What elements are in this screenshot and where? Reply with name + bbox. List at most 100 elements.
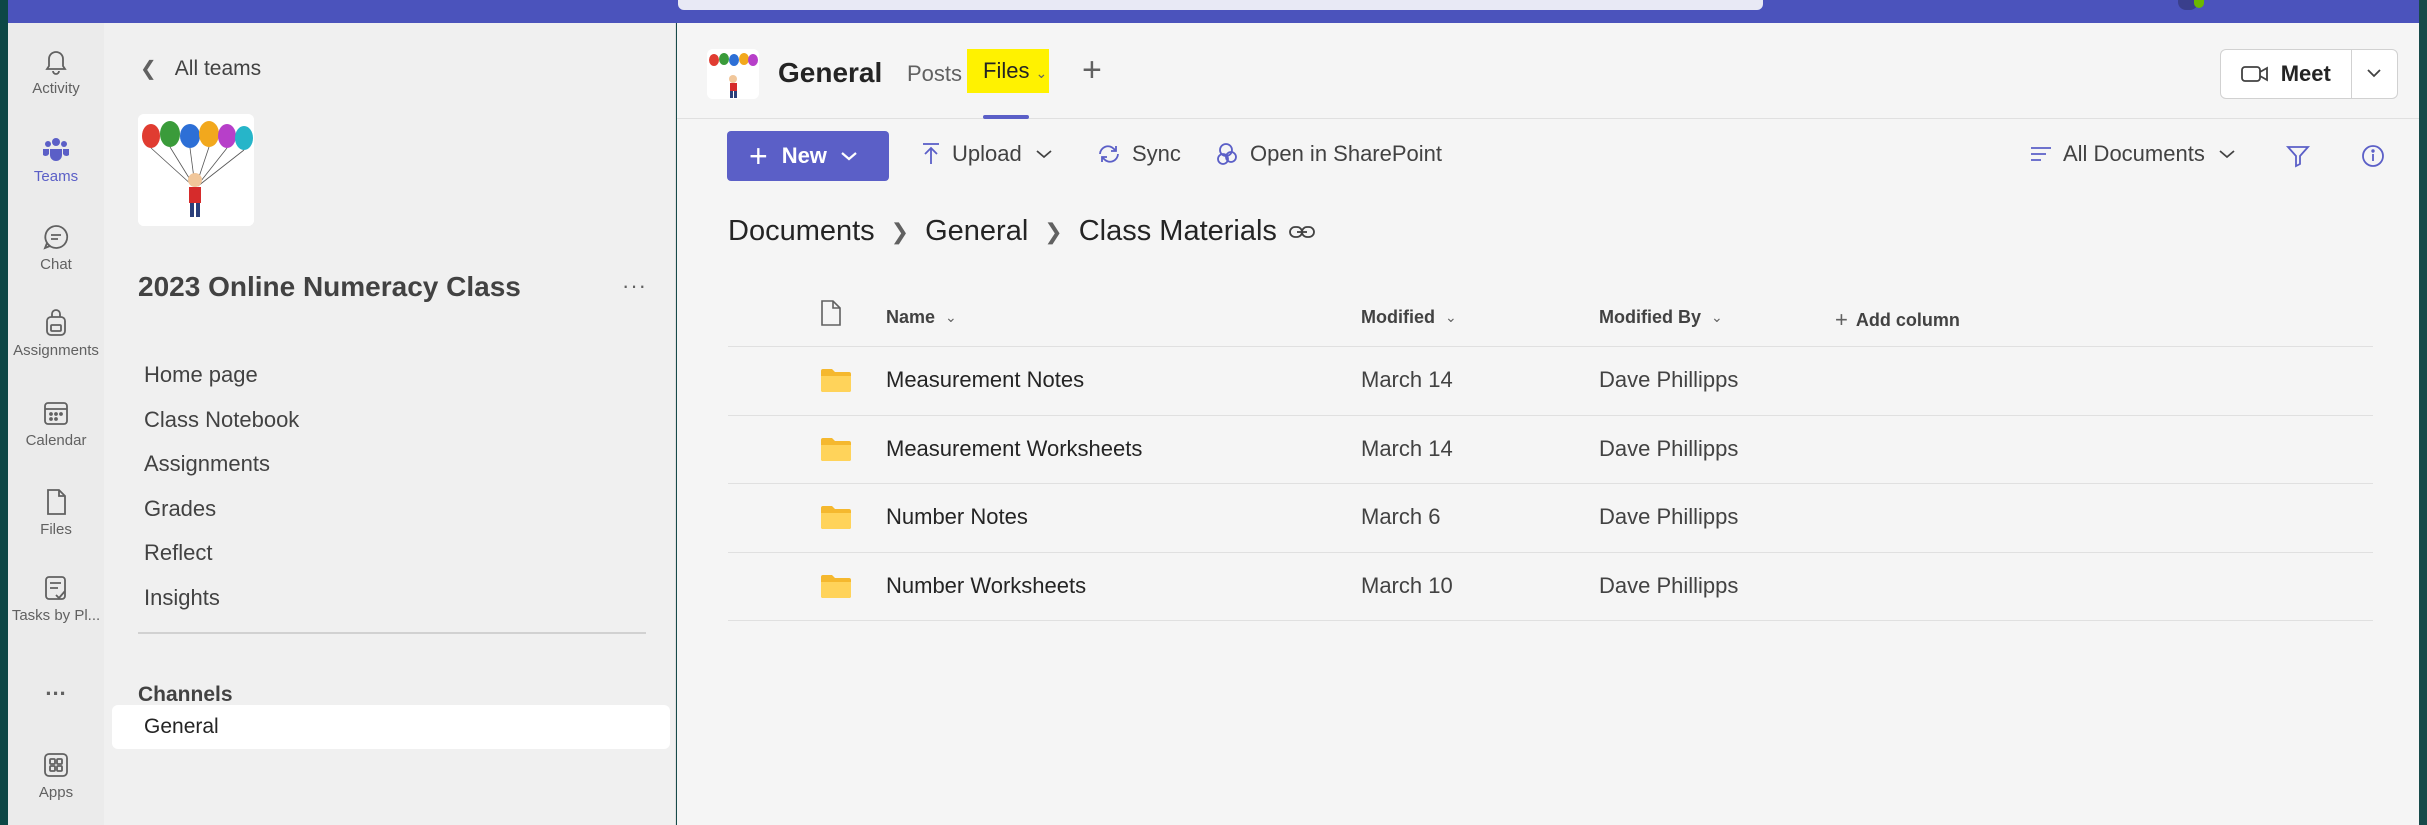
view-label: All Documents xyxy=(2063,141,2205,166)
column-header-modified-by[interactable]: Modified By ⌄ xyxy=(1599,307,1723,328)
rail-item-files[interactable]: Files xyxy=(8,472,104,552)
meet-label: Meet xyxy=(2280,61,2331,86)
table-row[interactable]: Measurement Notes March 14 Dave Phillipp… xyxy=(728,347,2373,416)
rail-item-teams[interactable]: Teams xyxy=(8,119,104,199)
folder-icon xyxy=(820,573,852,605)
link-icon[interactable] xyxy=(1289,224,1315,240)
folder-name[interactable]: Number Notes xyxy=(886,504,1028,530)
add-column-button[interactable]: + Add column xyxy=(1835,307,1960,333)
modified-by: Dave Phillipps xyxy=(1599,367,1739,392)
file-type-icon xyxy=(821,300,841,326)
all-teams-label: All teams xyxy=(174,56,262,80)
title-bar xyxy=(8,0,2419,23)
add-tab-button[interactable]: + xyxy=(1082,51,1102,90)
chevron-left-icon: ❮ xyxy=(140,58,157,80)
nav-home-page[interactable]: Home page xyxy=(144,353,299,398)
tab-files[interactable]: Files ⌄ xyxy=(967,49,1049,93)
rail-item-apps[interactable]: Apps xyxy=(8,735,104,815)
info-icon[interactable] xyxy=(2360,143,2386,169)
sharepoint-icon xyxy=(1217,143,1237,165)
new-label: New xyxy=(781,143,827,168)
rail-item-assignments[interactable]: Assignments xyxy=(8,293,104,373)
search-box[interactable] xyxy=(678,0,1763,10)
nav-insights[interactable]: Insights xyxy=(144,576,299,621)
folder-name[interactable]: Measurement Notes xyxy=(886,367,1084,393)
column-modified-label: Modified xyxy=(1361,307,1435,327)
rail-item-label: Files xyxy=(40,520,72,538)
open-in-sharepoint-button[interactable]: Open in SharePoint xyxy=(1214,141,1442,167)
chevron-down-icon: ⌄ xyxy=(945,309,957,325)
view-selector[interactable]: All Documents xyxy=(2029,141,2245,167)
nav-class-notebook[interactable]: Class Notebook xyxy=(144,398,299,443)
team-more-options-button[interactable]: ··· xyxy=(622,273,647,299)
table-row[interactable]: Number Notes March 6 Dave Phillipps xyxy=(728,484,2373,553)
file-type-header[interactable] xyxy=(820,299,842,327)
all-teams-link[interactable]: ❮ All teams xyxy=(140,56,261,81)
chevron-down-icon xyxy=(1036,150,1052,159)
sync-button[interactable]: Sync xyxy=(1096,141,1181,167)
chevron-down-icon xyxy=(2367,69,2381,78)
rail-item-calendar[interactable]: Calendar xyxy=(8,383,104,463)
main-content: General Posts Files ⌄ + Meet + New Upload xyxy=(677,23,2419,825)
folder-icon xyxy=(820,436,852,468)
meet-options-button[interactable] xyxy=(2352,65,2397,83)
channel-header: General Posts Files ⌄ + Meet xyxy=(677,23,2419,119)
team-nav: Home page Class Notebook Assignments Gra… xyxy=(144,353,299,620)
channel-title: General xyxy=(778,57,883,88)
chevron-down-icon xyxy=(2219,150,2235,159)
rail-item-chat[interactable]: Chat xyxy=(8,207,104,287)
column-name-label: Name xyxy=(886,307,936,327)
channel-logo xyxy=(707,49,759,99)
rail-item-label: Activity xyxy=(32,79,80,97)
modified-by: Dave Phillipps xyxy=(1599,572,1739,598)
breadcrumb: Documents ❯ General ❯ Class Materials xyxy=(728,215,1315,248)
apps-icon xyxy=(44,752,68,777)
tab-posts[interactable]: Posts xyxy=(907,61,962,87)
command-bar: + New Upload Sync Open in SharePoint All… xyxy=(677,119,2419,183)
filter-icon[interactable] xyxy=(2285,143,2311,169)
rail-item-tasks[interactable]: Tasks by Pl... xyxy=(8,558,104,638)
table-row[interactable]: Number Worksheets March 10 Dave Phillipp… xyxy=(728,553,2373,621)
nav-reflect[interactable]: Reflect xyxy=(144,531,299,576)
chevron-down-icon: ⌄ xyxy=(1035,65,1048,81)
chevron-right-icon: ❯ xyxy=(890,218,910,244)
table-row[interactable]: Measurement Worksheets March 14 Dave Phi… xyxy=(728,416,2373,484)
divider xyxy=(138,632,646,634)
window-frame-right xyxy=(2419,0,2427,825)
breadcrumb-documents[interactable]: Documents xyxy=(728,215,875,248)
add-column-label: Add column xyxy=(1855,309,1960,330)
channel-general[interactable]: General xyxy=(112,705,670,749)
modified-date: March 6 xyxy=(1361,504,1441,529)
folder-icon xyxy=(820,504,852,536)
channels-heading: Channels xyxy=(138,683,233,706)
folder-name[interactable]: Number Worksheets xyxy=(886,573,1086,599)
upload-label: Upload xyxy=(952,141,1022,166)
plus-icon: + xyxy=(749,138,768,174)
meet-button-group: Meet xyxy=(2220,49,2398,99)
rail-item-activity[interactable]: Activity xyxy=(8,31,104,111)
backpack-icon xyxy=(46,308,66,336)
new-button[interactable]: + New xyxy=(727,131,889,181)
table-header: Name ⌄ Modified ⌄ Modified By ⌄ + Add column xyxy=(728,285,2373,347)
rail-item-label: Tasks by Pl... xyxy=(11,606,101,624)
folder-icon xyxy=(820,367,852,399)
modified-by: Dave Phillipps xyxy=(1599,435,1739,461)
team-name: 2023 Online Numeracy Class xyxy=(138,271,521,302)
nav-assignments[interactable]: Assignments xyxy=(144,442,299,487)
team-pane: ❮ All teams 2023 Online Numeracy Class ·… xyxy=(104,23,676,825)
more-apps-button[interactable]: ... xyxy=(8,648,104,728)
modified-date: March 10 xyxy=(1361,572,1453,598)
column-header-modified[interactable]: Modified ⌄ xyxy=(1361,307,1457,328)
tab-files-label: Files xyxy=(983,58,1030,83)
upload-button[interactable]: Upload xyxy=(920,141,1062,167)
nav-grades[interactable]: Grades xyxy=(144,487,299,532)
folder-name[interactable]: Measurement Worksheets xyxy=(886,436,1142,462)
breadcrumb-general[interactable]: General xyxy=(925,215,1028,248)
app-rail: Activity Teams Chat Assignments Calendar… xyxy=(8,23,104,825)
meet-button[interactable]: Meet xyxy=(2221,50,2352,98)
rail-item-label: Calendar xyxy=(25,431,87,449)
sync-icon xyxy=(1099,145,1119,163)
chevron-down-icon: ⌄ xyxy=(1711,309,1723,325)
plus-icon: + xyxy=(1835,307,1848,332)
column-header-name[interactable]: Name ⌄ xyxy=(886,307,957,328)
